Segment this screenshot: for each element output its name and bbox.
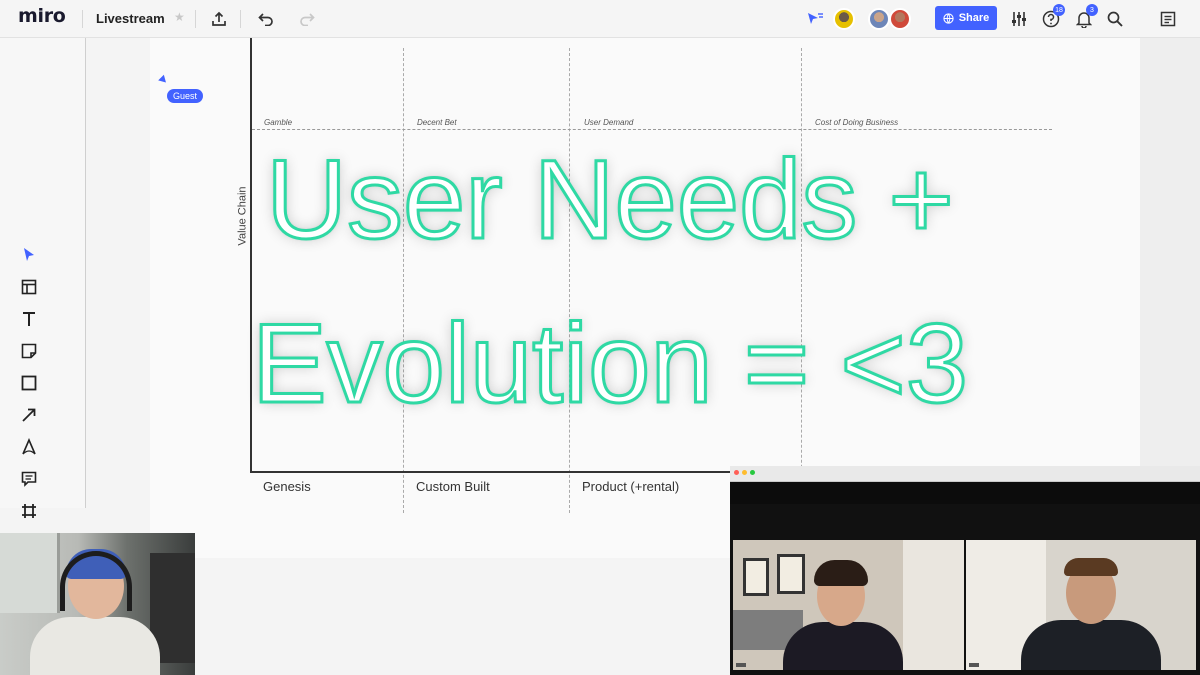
window-light [903,540,964,670]
arrow-icon[interactable] [14,402,44,428]
participant-name-tag [736,663,746,667]
webcam-person-body [30,617,160,675]
participant-body [783,622,903,670]
text-icon[interactable] [14,306,44,332]
redo-icon[interactable] [296,8,318,30]
streamer-webcam [0,533,195,675]
globe-icon [943,12,954,24]
close-window-icon[interactable] [734,470,739,475]
wall-picture [743,558,769,596]
participant-video [966,540,1196,670]
sticky-note-icon[interactable] [14,338,44,364]
undo-icon[interactable] [255,8,277,30]
settings-sliders-icon[interactable] [1008,8,1030,30]
wall-picture [777,554,805,594]
participant-name-tag [969,663,979,667]
canvas-right-region [1140,38,1200,468]
divider [240,10,241,28]
board-name[interactable]: Livestream [96,11,165,26]
participant-body [1021,620,1161,670]
webcam-window [0,533,60,613]
shape-icon[interactable] [14,370,44,396]
call-toolbar [730,482,1200,504]
cursor-reactions-icon[interactable] [804,8,826,30]
guest-cursor-tag: Guest [167,89,204,103]
collaborator-avatar[interactable] [868,8,890,30]
stage-label-custom-built: Custom Built [416,479,490,494]
top-bar: miro Livestream ★ Share 18 3 [0,0,1200,38]
participant-hair [814,560,868,586]
participant-video [733,540,964,670]
divider [195,10,196,28]
x-axis [250,471,730,473]
maximize-window-icon[interactable] [750,470,755,475]
overlay-title: User Needs + Evolution = <3 [170,118,1050,446]
select-icon[interactable] [14,242,44,268]
overlay-title-line-2: Evolution = <3 [250,300,969,428]
participant-hair [1064,558,1118,576]
help-badge: 18 [1053,4,1065,16]
frame-icon[interactable] [14,498,44,524]
stage-label-product: Product (+rental) [582,479,680,494]
export-icon[interactable] [208,8,230,30]
miro-logo[interactable]: miro [18,5,66,27]
collaborator-avatar[interactable] [889,8,911,30]
share-label: Share [958,12,990,24]
minimize-window-icon[interactable] [742,470,747,475]
board-menu-icon[interactable] [1157,8,1179,30]
notifications-badge: 3 [1086,4,1098,16]
pen-icon[interactable] [14,434,44,460]
stage-label-genesis: Genesis [263,479,311,494]
screen: Gamble Decent Bet User Demand Cost of Do… [0,0,1200,675]
overlay-title-line-1: User Needs + [265,136,956,264]
divider [82,10,83,28]
share-button[interactable]: Share [935,6,997,30]
call-window-titlebar [730,466,1200,482]
collaborator-avatar[interactable] [833,8,855,30]
templates-icon[interactable] [14,274,44,300]
search-icon[interactable] [1104,8,1126,30]
star-icon[interactable]: ★ [174,10,185,24]
comment-icon[interactable] [14,466,44,492]
